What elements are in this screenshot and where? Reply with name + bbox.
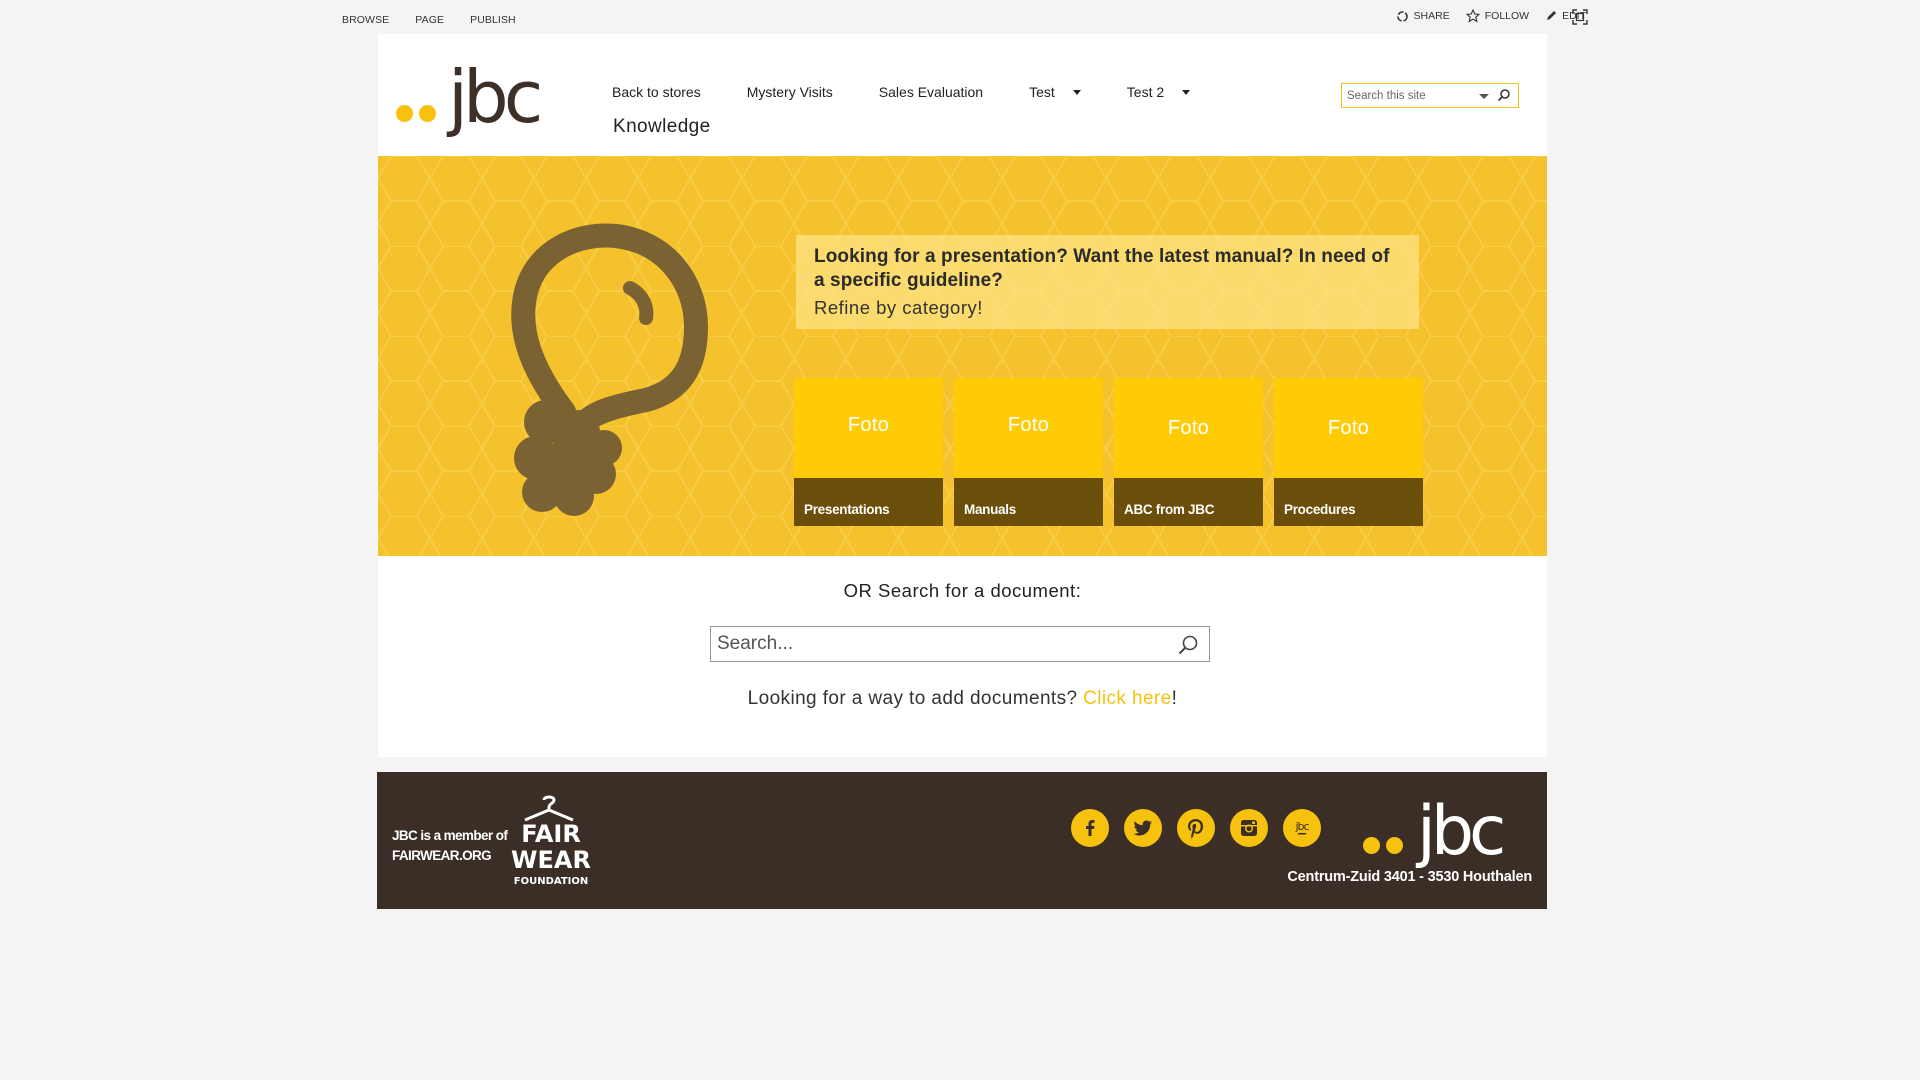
tile-photo: Foto xyxy=(954,378,1103,478)
pinterest-link[interactable] xyxy=(1177,809,1215,847)
info-subtitle: Refine by category! xyxy=(814,297,983,318)
tile-label-bar: Presentations xyxy=(794,478,943,526)
tile-label: Procedures xyxy=(1284,502,1356,517)
fair-wear-foundation-logo[interactable]: FAIR WEAR FOUNDATION xyxy=(511,794,591,894)
logo-dot xyxy=(1363,837,1380,854)
caret-down-icon xyxy=(1072,89,1081,95)
follow-button[interactable]: FOLLOW xyxy=(1465,9,1530,23)
tile-photo-label: Foto xyxy=(847,414,890,436)
pencil-icon xyxy=(1547,11,1557,20)
search-icon[interactable] xyxy=(1497,88,1511,102)
nav-mystery-visits[interactable]: Mystery Visits xyxy=(747,84,833,100)
tile-manuals[interactable]: Foto Manuals xyxy=(954,378,1103,526)
tile-label: Manuals xyxy=(964,502,1016,517)
document-search-box xyxy=(710,626,1210,662)
star-icon xyxy=(1465,9,1480,23)
tile-label-bar: ABC from JBC xyxy=(1114,478,1263,526)
click-here-link[interactable]: Click here xyxy=(1083,688,1171,709)
info-title: Looking for a presentation? Want the lat… xyxy=(814,246,1390,291)
ribbon-tabs: BROWSE PAGE PUBLISH xyxy=(342,14,542,26)
tile-abc-from-jbc[interactable]: Foto ABC from JBC xyxy=(1114,378,1263,526)
fairwear-logo-fair: FAIR xyxy=(521,820,581,848)
add-documents-text: Looking for a way to add documents? Clic… xyxy=(378,688,1547,710)
top-navigation: Back to stores Mystery Visits Sales Eval… xyxy=(612,84,1236,100)
ribbon-bar: BROWSE PAGE PUBLISH SHARE FOLLOW EDIT xyxy=(0,0,1920,34)
instagram-link[interactable] xyxy=(1230,809,1268,847)
document-search-heading: OR Search for a document: xyxy=(843,580,1082,601)
jbc-blog-label: jbc xyxy=(1294,820,1309,833)
jbc-blog-icon: jbc xyxy=(1294,820,1310,835)
tile-label-bar: Manuals xyxy=(954,478,1103,526)
logo-dot xyxy=(396,105,413,122)
tile-label: Presentations xyxy=(804,502,890,517)
tile-procedures[interactable]: Foto Procedures xyxy=(1274,378,1423,526)
jbc-logo[interactable]: jbc xyxy=(396,55,543,139)
info-callout: Looking for a presentation? Want the lat… xyxy=(796,235,1419,329)
ribbon-tab-page[interactable]: PAGE xyxy=(415,14,444,26)
facebook-icon xyxy=(1086,820,1095,836)
share-icon xyxy=(1396,10,1408,22)
facebook-link[interactable] xyxy=(1071,809,1109,847)
search-scope-dropdown-icon[interactable] xyxy=(1479,94,1489,99)
footer-jbc-logo[interactable]: jbc xyxy=(1363,792,1506,871)
twitter-icon xyxy=(1133,820,1152,836)
footer: JBC is a member of FAIRWEAR.ORG FAIR WEA… xyxy=(377,772,1547,909)
nav-test-2-label: Test 2 xyxy=(1126,84,1165,100)
tile-photo: Foto xyxy=(1114,378,1263,478)
hero-banner: Looking for a presentation? Want the lat… xyxy=(378,156,1547,556)
tile-presentations[interactable]: Foto Presentations xyxy=(794,378,943,526)
fairwear-member-text: JBC is a member of FAIRWEAR.ORG xyxy=(392,826,508,866)
fairwear-line-2: FAIRWEAR.ORG xyxy=(392,848,492,863)
site-search-box xyxy=(1341,83,1519,108)
tile-label-bar: Procedures xyxy=(1274,478,1423,526)
document-search-input[interactable] xyxy=(717,632,1157,656)
logo-dot xyxy=(1386,837,1403,854)
site-search-input[interactable] xyxy=(1347,87,1472,104)
fairwear-logo-foundation: FOUNDATION xyxy=(514,876,589,887)
nav-test-label: Test xyxy=(1029,84,1055,100)
tile-photo: Foto xyxy=(794,378,943,478)
search-icon[interactable] xyxy=(1177,634,1199,656)
footer-address: Centrum-Zuid 3401 - 3530 Houthalen xyxy=(1287,869,1532,885)
lightbulb-icon xyxy=(511,223,708,516)
tile-photo-label: Foto xyxy=(1007,414,1050,436)
footer-logo-wordmark: jbc xyxy=(1417,792,1506,871)
tile-photo-label: Foto xyxy=(1167,417,1210,439)
focus-mode-icon[interactable] xyxy=(1572,9,1588,25)
nav-back-to-stores[interactable]: Back to stores xyxy=(612,84,701,100)
ribbon-tab-browse[interactable]: BROWSE xyxy=(342,14,389,26)
page-title-knowledge: Knowledge xyxy=(613,116,711,137)
pinterest-icon xyxy=(1188,819,1204,839)
tile-photo: Foto xyxy=(1274,378,1423,478)
share-label: SHARE xyxy=(1413,10,1450,22)
caret-down-icon xyxy=(1182,89,1191,95)
ribbon-tab-publish[interactable]: PUBLISH xyxy=(470,14,516,26)
jbc-blog-link[interactable]: jbc xyxy=(1283,809,1321,847)
social-links: jbc xyxy=(1071,809,1336,847)
logo-wordmark: jbc xyxy=(448,55,543,139)
add-documents-suffix: ! xyxy=(1171,688,1178,709)
twitter-link[interactable] xyxy=(1124,809,1162,847)
nav-test[interactable]: Test xyxy=(1029,84,1081,100)
instagram-icon xyxy=(1241,820,1257,836)
follow-label: FOLLOW xyxy=(1484,10,1530,22)
tile-label: ABC from JBC xyxy=(1124,502,1215,517)
category-tiles: Foto Presentations Foto Manuals Foto ABC… xyxy=(794,378,1434,526)
share-button[interactable]: SHARE xyxy=(1396,10,1450,23)
add-documents-prefix: Looking for a way to add documents? xyxy=(747,688,1084,709)
logo-dot xyxy=(419,105,436,122)
fairwear-line-1: JBC is a member of xyxy=(392,828,508,843)
nav-sales-evaluation[interactable]: Sales Evaluation xyxy=(879,84,983,100)
nav-test-2[interactable]: Test 2 xyxy=(1126,84,1191,100)
page-content: jbc Back to stores Mystery Visits Sales … xyxy=(378,34,1547,757)
fairwear-logo-wear: WEAR xyxy=(511,846,591,874)
tile-photo-label: Foto xyxy=(1327,417,1370,439)
